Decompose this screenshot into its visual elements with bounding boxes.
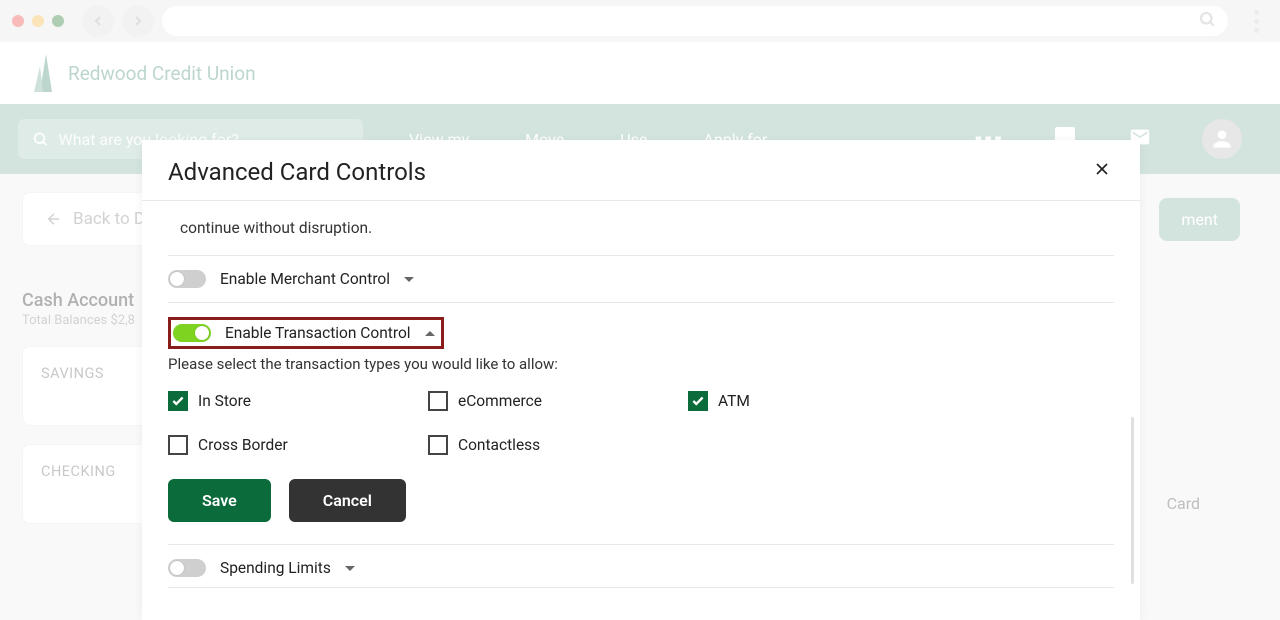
- window-maximize[interactable]: [52, 15, 64, 27]
- transaction-control-label: Enable Transaction Control: [225, 324, 411, 342]
- merchant-control-toggle[interactable]: [168, 270, 206, 288]
- checkbox-label: Cross Border: [198, 436, 288, 454]
- checkbox-ecommerce[interactable]: eCommerce: [428, 391, 688, 411]
- checkbox-label: Contactless: [458, 436, 540, 454]
- brand-name: Redwood Credit Union: [68, 62, 256, 85]
- checkbox-icon: [428, 435, 448, 455]
- checkbox-cross-border[interactable]: Cross Border: [168, 435, 428, 455]
- advanced-card-controls-modal: Advanced Card Controls continue without …: [142, 140, 1140, 620]
- account-label: SAVINGS: [41, 365, 104, 382]
- checkbox-icon: [168, 391, 188, 411]
- browser-forward-button[interactable]: [122, 5, 154, 37]
- account-label: CHECKING: [41, 463, 116, 480]
- checkbox-label: In Store: [198, 392, 251, 410]
- brand-logo[interactable]: Redwood Credit Union: [34, 54, 256, 92]
- chevron-up-icon[interactable]: [425, 331, 435, 336]
- transaction-control-toggle[interactable]: [173, 324, 211, 342]
- scrollbar[interactable]: [1131, 417, 1134, 584]
- brand-header: Redwood Credit Union: [0, 42, 1280, 104]
- chevron-down-icon[interactable]: [404, 277, 414, 282]
- save-button[interactable]: Save: [168, 479, 271, 522]
- merchant-control-label: Enable Merchant Control: [220, 270, 390, 288]
- spending-limits-toggle[interactable]: [168, 559, 206, 577]
- highlighted-transaction-toggle: Enable Transaction Control: [168, 317, 444, 349]
- checkbox-atm[interactable]: ATM: [688, 391, 948, 411]
- search-icon: [1198, 10, 1216, 32]
- spending-limits-label: Spending Limits: [220, 559, 331, 577]
- browser-chrome: [0, 0, 1280, 42]
- card-label-fragment: Card: [1167, 494, 1200, 513]
- modal-title: Advanced Card Controls: [168, 158, 426, 186]
- merchant-control-row: Enable Merchant Control: [168, 256, 1114, 302]
- checkbox-label: ATM: [718, 392, 750, 410]
- cancel-button[interactable]: Cancel: [289, 479, 406, 522]
- search-icon: [32, 130, 49, 148]
- transaction-help-text: Please select the transaction types you …: [168, 355, 1114, 373]
- action-button[interactable]: ment: [1159, 198, 1240, 241]
- checkbox-icon: [168, 435, 188, 455]
- spending-limits-row: Spending Limits: [168, 545, 1114, 587]
- window-minimize[interactable]: [32, 15, 44, 27]
- modal-description-fragment: continue without disruption.: [168, 211, 1114, 256]
- transaction-control-row: Enable Transaction Control: [168, 303, 1114, 353]
- close-button[interactable]: [1090, 159, 1114, 185]
- browser-menu-button[interactable]: [1244, 10, 1268, 33]
- logo-icon: [34, 54, 58, 92]
- checkbox-contactless[interactable]: Contactless: [428, 435, 688, 455]
- url-bar[interactable]: [162, 6, 1228, 36]
- avatar[interactable]: [1202, 119, 1242, 159]
- close-icon: [1092, 159, 1112, 179]
- window-close[interactable]: [12, 15, 24, 27]
- checkbox-icon: [428, 391, 448, 411]
- transaction-options: In Store eCommerce ATM Cross Border Cont…: [168, 391, 1114, 455]
- chevron-down-icon[interactable]: [345, 566, 355, 571]
- checkbox-label: eCommerce: [458, 392, 542, 410]
- checkbox-icon: [688, 391, 708, 411]
- window-controls: [12, 15, 64, 27]
- checkbox-in-store[interactable]: In Store: [168, 391, 428, 411]
- arrow-left-icon: [45, 210, 63, 228]
- browser-back-button[interactable]: [82, 5, 114, 37]
